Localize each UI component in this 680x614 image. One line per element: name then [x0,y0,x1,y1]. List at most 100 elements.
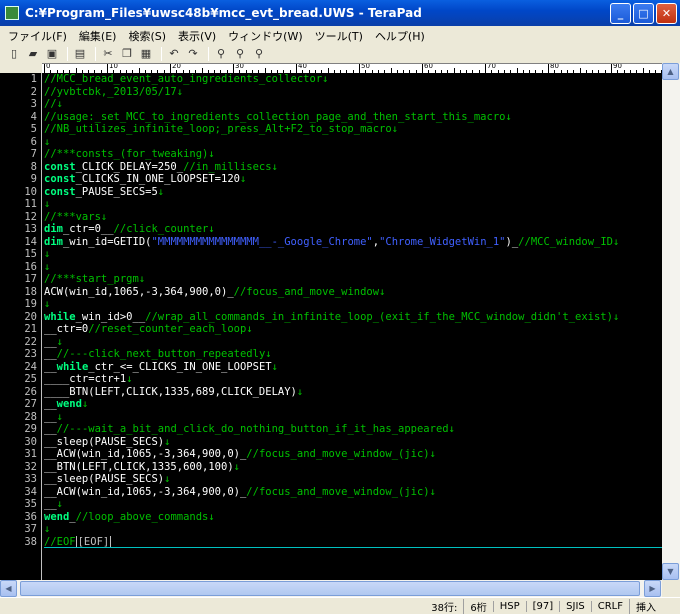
code-line[interactable]: dim_win_id=GETID("MMMMMMMMMMMMMMMM__-_Go… [44,236,662,249]
scroll-down-button[interactable]: ▼ [662,563,679,580]
line-end-marker: ↓ [505,110,512,123]
scroll-up-button[interactable]: ▲ [662,63,679,80]
ruler-tick [107,64,108,73]
code-line[interactable]: __while_ctr_<=_CLICKS_IN_ONE_LOOPSET↓ [44,361,662,374]
new-icon[interactable]: ▯ [6,46,22,62]
line-number: 24 [24,360,37,373]
line-number: 28 [24,410,37,423]
find-next-icon[interactable]: ⚲ [232,46,248,62]
code-area[interactable]: //MCC_bread_event_auto_ingredients_colle… [44,73,662,580]
code-line[interactable]: //↓ [44,98,662,111]
code-line[interactable]: ↓ [44,523,662,536]
code-token: // [44,98,57,110]
cut-icon[interactable]: ✂ [100,46,116,62]
code-line[interactable]: __//---click_next_button_repeatedly↓ [44,348,662,361]
code-token: ____BTN(LEFT,CLICK,1335,689,CLICK_DELAY) [44,385,297,398]
redo-icon[interactable]: ↷ [185,46,201,62]
line-number: 29 [24,423,37,435]
scroll-right-button[interactable]: ▶ [644,580,661,597]
code-line[interactable]: __//---wait_a_bit_and_click_do_nothing_b… [44,423,662,436]
code-line[interactable]: ↓ [44,298,662,311]
code-token: //focus_and_move_window [233,285,380,298]
code-token: dim [44,235,63,248]
code-token: //yvbtcbk,_2013/05/17 [44,85,177,98]
menu-help[interactable]: ヘルプ(H) [369,28,431,44]
code-line[interactable]: ↓ [44,198,662,211]
line-end-marker: ↓ [208,148,215,160]
code-line[interactable]: ACW(win_id,1065,-3,364,900,0)_//focus_an… [44,286,662,299]
code-line[interactable]: //MCC_bread_event_auto_ingredients_colle… [44,73,662,86]
find-icon[interactable]: ⚲ [213,46,229,62]
horizontal-scrollbar[interactable]: ◀ ▶ [0,580,662,597]
title-bar[interactable]: C:¥Program_Files¥uwsc48b¥mcc_evt_bread.U… [0,0,680,26]
code-line[interactable]: __ACW(win_id,1065,-3,364,900,0)_//focus_… [44,486,662,499]
undo-icon[interactable]: ↶ [166,46,182,62]
line-end-marker: ↓ [164,473,171,485]
code-token: __BTN(LEFT,CLICK,1335,600,100) [44,460,234,473]
ruler-number: 50 [361,63,370,70]
code-line[interactable]: //yvbtcbk,_2013/05/17↓ [44,86,662,99]
menu-edit[interactable]: 編集(E) [73,28,123,44]
line-number: 6 [30,135,37,148]
line-number: 3 [30,98,37,110]
paste-icon[interactable]: ▦ [138,46,154,62]
code-token: _win_id=GETID( [62,235,152,248]
line-number: 18 [24,285,37,298]
ruler-number: 60 [424,63,433,70]
code-line[interactable]: //usage:_set_MCC_to_ingredients_collecti… [44,111,662,124]
code-line[interactable]: __ACW(win_id,1065,-3,364,900,0)_//focus_… [44,448,662,461]
open-icon[interactable]: ▰ [25,46,41,62]
vertical-scrollbar[interactable]: ▲ ▼ [662,63,680,580]
editor[interactable]: 1 2 3 4 5 6 7 8 9 10 11 12 13 14 15 16 17 18 19 20 21 22 23 24 2… [0,73,662,580]
menu-view[interactable]: 表示(V) [172,28,222,44]
code-line[interactable]: __BTN(LEFT,CLICK,1335,600,100)↓ [44,461,662,474]
maximize-button[interactable]: □ [633,2,654,24]
code-line[interactable]: wend_//loop_above_commands↓ [44,511,662,524]
minimize-button[interactable]: _ [610,2,631,24]
line-end-marker: ↓ [44,135,51,148]
line-number: 10 [24,185,37,198]
code-line[interactable]: //***vars↓ [44,211,662,224]
horizontal-scroll-thumb[interactable] [20,581,640,596]
print-icon[interactable]: ▤ [72,46,88,62]
code-line[interactable]: ↓ [44,261,662,274]
code-line[interactable]: const_CLICK_DELAY=250_//in_millisecs↓ [44,161,662,174]
menu-tools[interactable]: ツール(T) [309,28,369,44]
line-number: 19 [24,298,37,310]
line-number: 16 [24,260,37,273]
find-prev-icon[interactable]: ⚲ [251,46,267,62]
code-line[interactable]: ↓ [44,136,662,149]
scroll-left-button[interactable]: ◀ [0,580,17,597]
code-line[interactable]: //***consts_(for_tweaking)↓ [44,148,662,161]
code-line[interactable]: ____BTN(LEFT,CLICK,1335,689,CLICK_DELAY)… [44,386,662,399]
code-line[interactable]: __sleep(PAUSE_SECS)↓ [44,436,662,449]
code-token: //***start_prgm [44,273,139,285]
copy-icon[interactable]: ❐ [119,46,135,62]
code-line[interactable]: while_win_id>0__//wrap_all_commands_in_i… [44,311,662,324]
menu-window[interactable]: ウィンドウ(W) [222,28,308,44]
code-line[interactable]: __↓ [44,336,662,349]
code-line[interactable]: ____ctr=ctr+1↓ [44,373,662,386]
ruler-tick [170,64,171,73]
code-line[interactable]: __↓ [44,411,662,424]
close-button[interactable]: ✕ [656,2,677,24]
code-line[interactable]: __↓ [44,498,662,511]
code-token: __sleep(PAUSE_SECS) [44,473,165,485]
code-line[interactable]: //EOF [EOF] [44,535,662,548]
code-token: __ACW(win_id,1065,-3,364,900,0)_ [44,485,247,498]
code-line[interactable]: __wend↓ [44,398,662,411]
code-line[interactable]: //***start_prgm↓ [44,273,662,286]
menu-search[interactable]: 検索(S) [122,28,172,44]
code-line[interactable]: const_PAUSE_SECS=5↓ [44,186,662,199]
code-line[interactable]: dim_ctr=0__//click_counter↓ [44,223,662,236]
code-line[interactable]: __sleep(PAUSE_SECS)↓ [44,473,662,486]
line-end-marker: ↓ [176,85,184,98]
code-line[interactable]: //NB_utilizes_infinite_loop;_press_Alt+F… [44,123,662,136]
code-line[interactable]: const_CLICKS_IN_ONE_LOOPSET=120↓ [44,173,662,186]
code-line[interactable]: __ctr=0//reset_counter_each_loop↓ [44,323,662,336]
code-line[interactable]: ↓ [44,248,662,261]
save-icon[interactable]: ▣ [44,46,60,62]
line-number: 32 [24,460,37,473]
menu-file[interactable]: ファイル(F) [2,28,73,44]
code-token: __ [44,410,57,423]
